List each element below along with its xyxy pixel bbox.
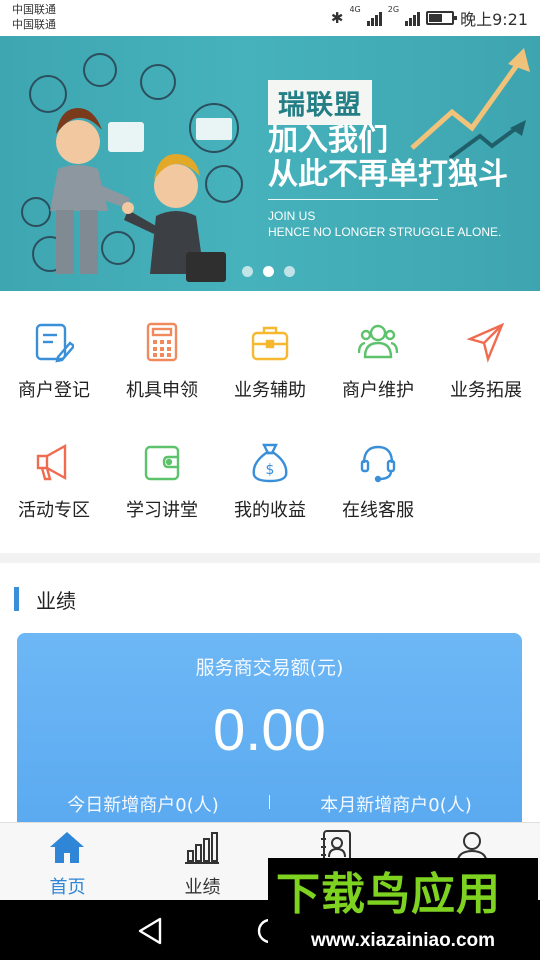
watermark: 下载鸟应用 www.xiazainiao.com — [268, 858, 538, 960]
menu-item-business-expand[interactable]: 业务拓展 — [432, 321, 540, 431]
signal-icon — [366, 10, 382, 26]
subtitle-line-1: JOIN US — [268, 209, 316, 223]
menu-label: 业务辅助 — [234, 380, 306, 401]
status-bar: 中国联通 中国联通 ✱ 4G 2G 晚上9:21 — [0, 0, 540, 36]
svg-text:$: $ — [266, 462, 275, 478]
menu-item-activity-zone[interactable]: 活动专区 — [0, 441, 108, 551]
watermark-url: www.xiazainiao.com — [310, 930, 496, 951]
menu-item-learning-hall[interactable]: 学习讲堂 — [108, 441, 216, 551]
bar-chart-icon — [185, 832, 219, 864]
status-icons: ✱ 4G 2G 晚上9:21 — [331, 6, 528, 30]
carousel-dot[interactable] — [242, 266, 253, 277]
battery-icon — [426, 11, 458, 25]
watermark-logo: 下载鸟应用 — [276, 869, 501, 920]
menu-item-device-apply[interactable]: 机具申领 — [108, 321, 216, 431]
month-new-merchants: 本月新增商户0(人) — [320, 795, 472, 816]
performance-section: 业绩 服务商交易额(元) 0.00 今日新增商户0(人) 本月新增商户0(人) — [0, 563, 540, 833]
section-accent-bar — [14, 587, 19, 611]
menu-label: 活动专区 — [18, 500, 90, 521]
banner-divider — [268, 199, 438, 200]
carrier-2: 中国联通 — [12, 18, 56, 31]
home-icon — [50, 832, 84, 863]
menu-label: 机具申领 — [126, 380, 198, 401]
edit-document-icon — [35, 323, 74, 363]
menu-item-merchant-register[interactable]: 商户登记 — [0, 321, 108, 431]
menu-label: 商户登记 — [18, 380, 90, 401]
carrier-info: 中国联通 中国联通 — [12, 2, 56, 32]
wallet-icon — [144, 445, 180, 481]
users-icon — [358, 324, 398, 359]
promo-banner[interactable]: 瑞联盟 加入我们 从此不再单打独斗 JOIN US HENCE NO LONGE… — [0, 36, 540, 291]
menu-item-my-earnings[interactable]: $ 我的收益 — [216, 441, 324, 551]
headline-line-2: 从此不再单打独斗 — [268, 157, 508, 192]
menu-item-online-service[interactable]: 在线客服 — [324, 441, 432, 551]
today-new-merchants: 今日新增商户0(人) — [67, 795, 219, 816]
carousel-dot[interactable] — [284, 266, 295, 277]
signal-icon-2 — [405, 10, 421, 26]
menu-label: 我的收益 — [234, 500, 306, 521]
menu-item-merchant-maintain[interactable]: 商户维护 — [324, 321, 432, 431]
megaphone-icon — [36, 443, 67, 481]
menu-label: 业务拓展 — [450, 380, 522, 401]
section-title: 业绩 — [36, 589, 76, 613]
money-bag-icon: $ — [252, 443, 288, 483]
feature-menu: 商户登记 机具申领 业务辅助 商户维护 业务拓展 活动专区 学习讲堂 $ 我的收… — [0, 291, 540, 553]
transaction-amount-value: 0.00 — [213, 698, 326, 763]
brand-box: 瑞联盟 — [268, 80, 372, 125]
menu-label: 学习讲堂 — [126, 500, 198, 521]
briefcase-icon — [251, 326, 289, 361]
send-icon — [466, 322, 505, 363]
tab-performance[interactable]: 业绩 — [135, 823, 270, 901]
subtitle-line-2: HENCE NO LONGER STRUGGLE ALONE. — [268, 225, 502, 239]
tab-home[interactable]: 首页 — [0, 823, 135, 901]
headset-icon — [360, 445, 396, 483]
menu-item-business-assist[interactable]: 业务辅助 — [216, 321, 324, 431]
tab-label: 业绩 — [184, 877, 221, 898]
banner-brand: 瑞联盟 — [278, 90, 362, 121]
battery-level — [429, 14, 443, 22]
carousel-dot[interactable] — [263, 266, 274, 277]
menu-label: 商户维护 — [342, 380, 414, 401]
menu-label: 在线客服 — [342, 500, 414, 521]
handshake-illustration — [21, 53, 243, 282]
network-type-2: 2G — [387, 5, 400, 14]
tab-label: 首页 — [49, 877, 86, 898]
carousel-indicator[interactable] — [242, 266, 295, 277]
headline-line-1: 加入我们 — [268, 123, 388, 158]
back-icon[interactable] — [136, 916, 166, 946]
network-type-1: 4G — [349, 5, 361, 14]
bluetooth-icon: ✱ — [330, 9, 344, 27]
calculator-icon — [146, 322, 178, 362]
clock: 晚上9:21 — [460, 10, 528, 29]
banner-subtitle: JOIN US HENCE NO LONGER STRUGGLE ALONE. — [268, 208, 501, 240]
transaction-amount-label: 服务商交易额(元) — [195, 657, 344, 679]
performance-card[interactable]: 服务商交易额(元) 0.00 今日新增商户0(人) 本月新增商户0(人) — [17, 633, 522, 833]
banner-headline: 加入我们 从此不再单打独斗 — [268, 124, 508, 192]
carrier-1: 中国联通 — [12, 3, 56, 16]
